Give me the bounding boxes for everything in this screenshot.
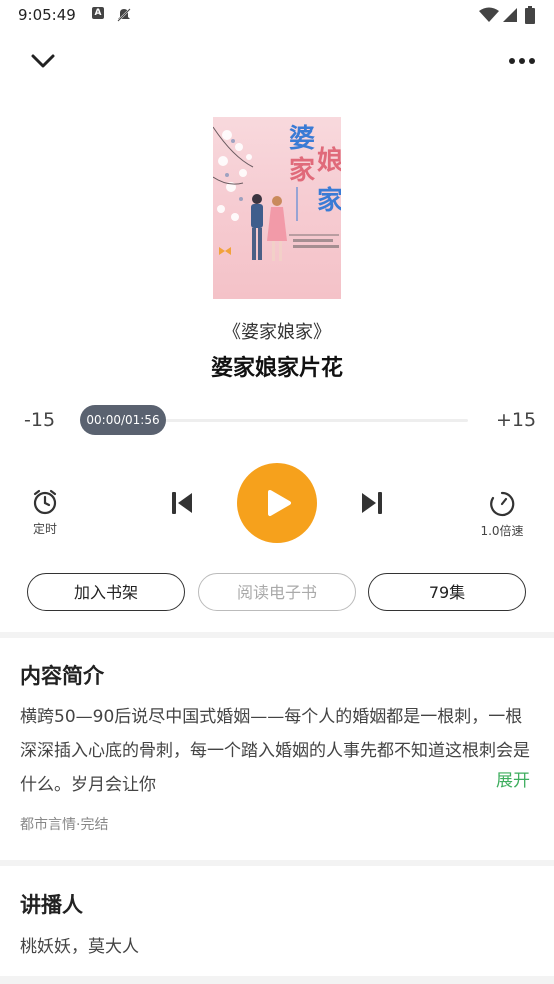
section-divider <box>0 632 554 638</box>
intro-text: 横跨50—90后说尽中国式婚姻——每个人的婚姻都是一根刺，一根深深插入心底的骨刺… <box>20 707 530 795</box>
speed-label: 1.0倍速 <box>480 524 524 538</box>
narrator-title: 讲播人 <box>20 893 83 917</box>
play-icon <box>268 490 291 516</box>
add-to-shelf-button[interactable]: 加入书架 <box>27 573 185 611</box>
timer-button[interactable]: 定时 <box>25 488 65 537</box>
cover-title-char-4: 家 <box>317 185 341 216</box>
timer-icon <box>33 489 57 515</box>
book-name: 《婆家娘家》 <box>223 322 331 343</box>
cover-title-char-2: 家 <box>289 155 315 186</box>
cover-title-char-1: 婆 <box>289 124 315 154</box>
more-dots-icon[interactable] <box>508 54 536 68</box>
narrator-names: 桃妖妖，莫大人 <box>20 937 139 957</box>
episode-title: 婆家娘家片花 <box>210 356 343 381</box>
play-button[interactable] <box>237 463 317 543</box>
status-bar: 9:05:49 A <box>0 0 554 30</box>
rewind-15-button[interactable]: -15 <box>24 409 55 431</box>
section-divider <box>0 860 554 866</box>
status-time: 9:05:49 <box>18 6 76 24</box>
forward-15-button[interactable]: +15 <box>496 409 536 431</box>
cellular-icon <box>503 8 517 22</box>
cover-title-char-3: 娘 <box>317 145 341 176</box>
category-tags: 都市言情·完结 <box>20 817 109 833</box>
battery-icon <box>525 6 535 24</box>
timer-label: 定时 <box>32 522 57 536</box>
notification-off-icon <box>117 8 131 22</box>
book-cover: 婆 家 娘 家 <box>213 117 341 299</box>
previous-track-icon[interactable] <box>170 490 194 516</box>
section-divider <box>0 976 554 984</box>
chevron-down-icon[interactable] <box>30 52 56 70</box>
expand-link[interactable]: 展开 <box>496 766 530 791</box>
episodes-button[interactable]: 79集 <box>368 573 526 611</box>
read-ebook-button[interactable]: 阅读电子书 <box>198 573 356 611</box>
speed-button[interactable]: 1.0倍速 <box>476 490 528 539</box>
next-track-icon[interactable] <box>360 490 384 516</box>
app-a-icon: A <box>92 7 104 19</box>
speed-icon <box>490 491 515 517</box>
intro-title: 内容简介 <box>20 664 104 688</box>
wifi-icon <box>479 7 499 22</box>
progress-thumb[interactable]: 00:00/01:56 <box>80 405 166 435</box>
